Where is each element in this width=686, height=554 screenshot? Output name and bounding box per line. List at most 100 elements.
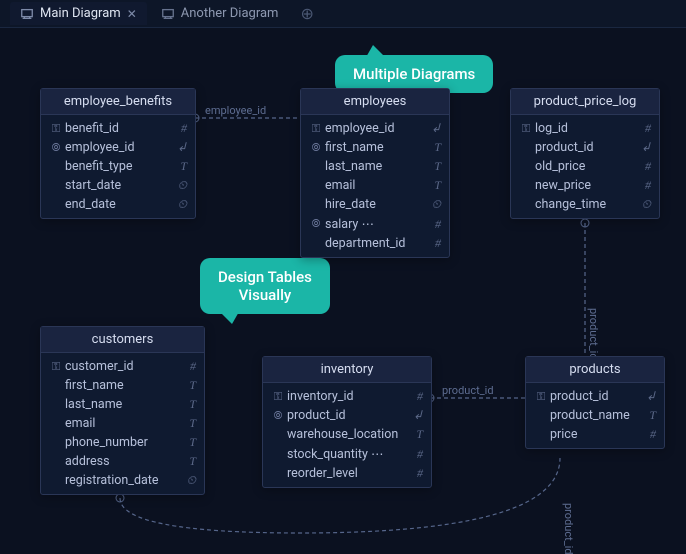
tab-main-diagram[interactable]: Main Diagram ✕ [10,2,147,25]
column-row[interactable]: emailT [41,414,204,433]
tab-label: Main Diagram [40,6,121,21]
column-row[interactable]: ⦾employee_id↲ [41,138,195,157]
column-row[interactable]: ⚿benefit_id# [41,119,195,138]
table-body: ⚿employee_id↲⦾first_nameTlast_nameTemail… [301,115,449,257]
column-row[interactable]: ⚿customer_id# [41,357,204,376]
close-icon[interactable]: ✕ [127,7,137,21]
link-label: product_id [587,308,600,360]
column-row[interactable]: change_time⏲ [511,195,659,214]
table-body: ⚿customer_id#first_nameTlast_nameTemailT… [41,353,204,494]
column-name: log_id [535,121,635,136]
table-employee-benefits[interactable]: employee_benefits ⚿benefit_id#⦾employee_… [40,88,196,219]
column-name: end_date [65,197,171,212]
table-inventory[interactable]: inventory ⚿inventory_id#⦾product_id↲ware… [262,356,432,488]
column-type-icon: ⏲ [180,473,196,488]
column-row[interactable]: ⚿product_id↲ [526,387,664,406]
column-row[interactable]: phone_numberT [41,433,204,452]
column-row[interactable]: registration_date⏲ [41,471,204,490]
column-key-icon: ⚿ [47,122,65,136]
column-type-icon: # [407,389,423,404]
column-name: customer_id [65,359,180,374]
column-type-icon: ↲ [407,408,423,423]
column-key-icon: ⚿ [307,122,325,136]
column-row[interactable]: stock_quantity ⋯# [263,444,431,464]
column-name: product_id [287,408,407,423]
column-name: hire_date [325,197,425,212]
column-type-icon: T [425,159,441,174]
column-name: employee_id [325,121,425,136]
column-row[interactable]: addressT [41,452,204,471]
tab-another-diagram[interactable]: Another Diagram [151,2,289,25]
table-employees[interactable]: employees ⚿employee_id↲⦾first_nameTlast_… [300,88,450,258]
diagram-icon [161,7,175,21]
column-name: stock_quantity ⋯ [287,446,407,462]
column-name: first_name [325,140,425,155]
column-row[interactable]: warehouse_locationT [263,425,431,444]
column-row[interactable]: new_price# [511,176,659,195]
column-row[interactable]: emailT [301,176,449,195]
column-row[interactable]: ⦾product_id↲ [263,406,431,425]
table-customers[interactable]: customers ⚿customer_id#first_nameTlast_n… [40,326,205,495]
column-name: benefit_id [65,121,171,136]
column-row[interactable]: department_id# [301,234,449,253]
diagram-canvas[interactable]: employee_id product_id product_id produc… [0,28,686,554]
column-name: first_name [65,378,180,393]
column-row[interactable]: ⦾first_nameT [301,138,449,157]
column-name: last_name [325,159,425,174]
column-type-icon: # [635,178,651,193]
column-row[interactable]: ⚿log_id# [511,119,659,138]
table-body: ⚿inventory_id#⦾product_id↲warehouse_loca… [263,383,431,487]
table-title: products [526,357,664,383]
column-name: email [325,178,425,193]
column-name: change_time [535,197,635,212]
column-name: warehouse_location [287,427,407,442]
column-type-icon: ↲ [640,389,656,404]
column-row[interactable]: ⦾salary ⋯# [301,214,449,234]
column-name: address [65,454,180,469]
column-type-icon: # [180,359,196,374]
column-type-icon: ↲ [635,140,651,155]
column-row[interactable]: price# [526,425,664,444]
column-name: reorder_level [287,466,407,481]
column-key-icon: ⚿ [517,122,535,136]
column-row[interactable]: benefit_typeT [41,157,195,176]
table-title: customers [41,327,204,353]
link-label: product_id [562,503,575,554]
column-name: email [65,416,180,431]
column-type-icon: T [180,416,196,431]
column-row[interactable]: old_price# [511,157,659,176]
column-row[interactable]: product_id↲ [511,138,659,157]
column-type-icon: ⏲ [171,197,187,212]
column-row[interactable]: ⚿employee_id↲ [301,119,449,138]
column-row[interactable]: reorder_level# [263,464,431,483]
table-title: employees [301,89,449,115]
column-row[interactable]: hire_date⏲ [301,195,449,214]
link-label: product_id [442,384,494,397]
table-product-price-log[interactable]: product_price_log ⚿log_id#product_id↲old… [510,88,660,219]
column-name: product_id [535,140,635,155]
table-body: ⚿benefit_id#⦾employee_id↲benefit_typeTst… [41,115,195,218]
column-name: department_id [325,236,425,251]
column-row[interactable]: first_nameT [41,376,204,395]
column-row[interactable]: product_nameT [526,406,664,425]
callout-design-tables: Design TablesVisually [200,258,330,314]
column-row[interactable]: ⚿inventory_id# [263,387,431,406]
column-row[interactable]: last_nameT [301,157,449,176]
table-body: ⚿product_id↲product_nameTprice# [526,383,664,448]
column-row[interactable]: start_date⏲ [41,176,195,195]
column-key-icon: ⚿ [532,390,550,404]
column-name: product_name [550,408,640,423]
column-row[interactable]: end_date⏲ [41,195,195,214]
tab-label: Another Diagram [181,6,279,21]
table-title: employee_benefits [41,89,195,115]
column-type-icon: T [171,159,187,174]
column-key-icon: ⚿ [269,390,287,404]
add-tab-button[interactable]: ⊕ [292,4,321,23]
table-products[interactable]: products ⚿product_id↲product_nameTprice# [525,356,665,449]
column-key-icon: ⦾ [307,141,325,155]
column-type-icon: ⏲ [171,178,187,193]
column-row[interactable]: last_nameT [41,395,204,414]
column-type-icon: T [180,378,196,393]
column-type-icon: T [180,435,196,450]
column-type-icon: T [180,454,196,469]
